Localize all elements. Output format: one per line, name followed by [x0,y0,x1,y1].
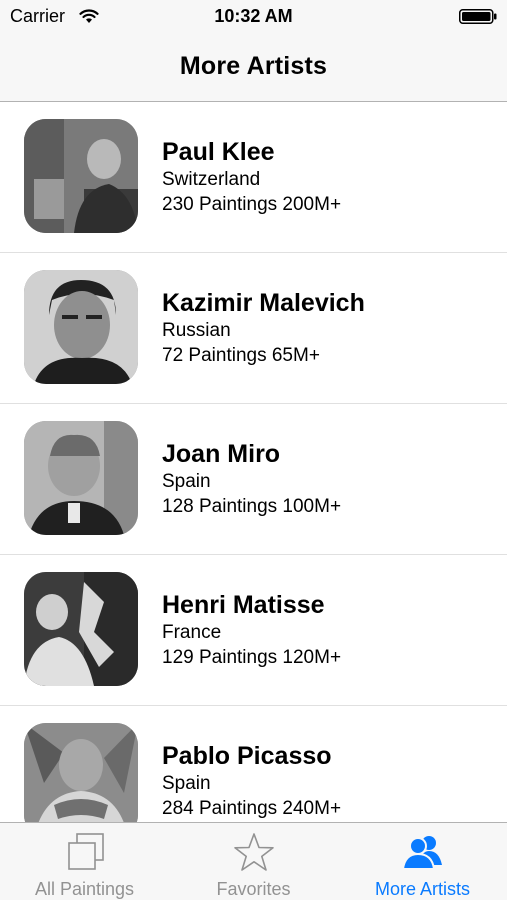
artist-stats: 284 Paintings 240M+ [162,798,342,819]
tab-label: Favorites [216,879,291,899]
artist-photo [24,723,138,822]
artist-row[interactable]: Kazimir Malevich Russian 72 Paintings 65… [0,253,507,404]
tab-all-paintings[interactable]: All Paintings [0,823,169,900]
artist-photo [24,421,138,535]
artist-name: Kazimir Malevich [162,289,365,317]
artist-name: Joan Miro [162,440,281,468]
artist-stats: 128 Paintings 100M+ [162,496,342,517]
people-icon [401,836,442,870]
artist-stats: 129 Paintings 120M+ [162,647,342,668]
status-time: 10:32 AM [214,6,293,26]
artist-row[interactable]: Paul Klee Switzerland 230 Paintings 200M… [0,102,507,253]
artist-row[interactable]: Joan Miro Spain 128 Paintings 100M+ [0,404,507,555]
artist-photo [24,572,138,686]
artist-row[interactable]: Henri Matisse France 129 Paintings 120M+ [0,555,507,706]
tab-more-artists[interactable]: More Artists [338,823,507,900]
artist-photo [24,119,138,233]
tab-bar: All Paintings Favorites More Artists [0,822,507,900]
star-icon [233,833,274,871]
battery-icon [459,9,497,24]
page-title: More Artists [179,52,328,80]
navigation-bar: More Artists [0,32,507,102]
artist-country: Spain [162,471,211,492]
artist-stats: 230 Paintings 200M+ [162,194,342,215]
tab-favorites[interactable]: Favorites [169,823,338,900]
paintings-icon [67,833,104,870]
tab-label: All Paintings [34,879,135,899]
artist-photo [24,270,138,384]
artist-name: Pablo Picasso [162,742,332,770]
artist-name: Paul Klee [162,138,275,166]
status-bar: Carrier 10:32 AM [0,0,507,32]
artist-country: France [162,622,222,643]
artist-name: Henri Matisse [162,591,325,619]
artist-country: Russian [162,320,231,341]
artist-stats: 72 Paintings 65M+ [162,345,320,366]
tab-label: More Artists [374,879,471,899]
artist-country: Spain [162,773,211,794]
artist-country: Switzerland [162,169,261,190]
artist-row[interactable]: Pablo Picasso Spain 284 Paintings 240M+ [0,706,507,822]
artist-list[interactable]: Paul Klee Switzerland 230 Paintings 200M… [0,102,507,822]
